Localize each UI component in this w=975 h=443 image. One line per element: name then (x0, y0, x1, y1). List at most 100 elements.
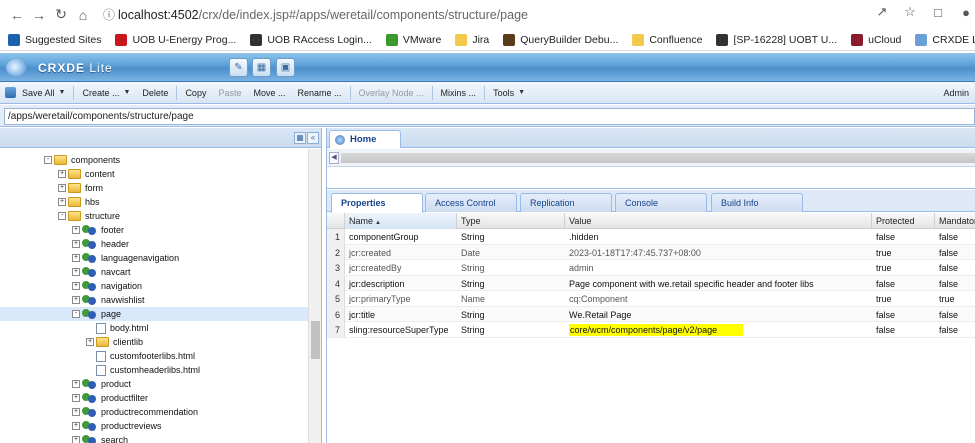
expand-node-icon[interactable]: + (72, 380, 80, 388)
tree-node-header[interactable]: + header (0, 237, 308, 251)
tree-node-form[interactable]: + form (0, 181, 308, 195)
expand-node-icon[interactable]: + (72, 408, 80, 416)
delete-button[interactable]: Delete (136, 88, 174, 98)
tree-node-structure[interactable]: - structure (0, 209, 308, 223)
expand-node-icon[interactable]: + (72, 226, 80, 234)
expand-node-icon[interactable]: + (58, 184, 66, 192)
cell-type[interactable]: Date (457, 245, 565, 260)
create-button[interactable]: Create ... ▼ (76, 88, 136, 98)
table-row[interactable]: 1 componentGroup String .hidden false false (327, 229, 975, 245)
cell-protected[interactable]: false (872, 307, 935, 322)
expand-node-icon[interactable]: + (72, 240, 80, 248)
cell-value[interactable]: We.Retail Page (565, 307, 872, 322)
cell-mandatory[interactable]: false (935, 307, 975, 322)
cell-name[interactable]: componentGroup (345, 229, 457, 244)
expand-node-icon[interactable]: + (72, 436, 80, 443)
rename-button[interactable]: Rename ... (291, 88, 347, 98)
cell-protected[interactable]: true (872, 291, 935, 306)
path-input[interactable]: /apps/weretail/components/structure/page (4, 108, 975, 125)
cell-mandatory[interactable]: true (935, 291, 975, 306)
tree-node-customheaderlibs-html[interactable]: customheaderlibs.html (0, 363, 308, 377)
bookmark-item[interactable]: CRXDE Lite (915, 33, 975, 46)
cell-name[interactable]: jcr:primaryType (345, 291, 457, 306)
cell-protected[interactable]: false (872, 322, 935, 337)
overlay-node-button[interactable]: Overlay Node ... (353, 88, 430, 98)
tab-build-info[interactable]: Build Info (711, 193, 803, 212)
cell-name[interactable]: jcr:title (345, 307, 457, 322)
bookmark-item[interactable]: Confluence (632, 33, 702, 46)
tree-node-productreviews[interactable]: + productreviews (0, 419, 308, 433)
scroll-left-icon[interactable]: ◀ (329, 152, 339, 164)
bookmark-star-icon[interactable]: ☆ (901, 4, 919, 20)
cell-type[interactable]: String (457, 307, 565, 322)
copy-button[interactable]: Copy (179, 88, 212, 98)
extension-icon[interactable]: □ (929, 5, 947, 20)
cell-name[interactable]: jcr:description (345, 276, 457, 291)
tree-node-productrecommendation[interactable]: + productrecommendation (0, 405, 308, 419)
horizontal-scrollbar[interactable] (341, 153, 975, 163)
table-row[interactable]: 6 jcr:title String We.Retail Page false false (327, 306, 975, 322)
back-icon[interactable]: ← (6, 4, 28, 26)
bookmark-item[interactable]: UOB U-Energy Prog... (115, 33, 236, 46)
cell-protected[interactable]: false (872, 276, 935, 291)
tools-button[interactable]: Tools ▼ (487, 88, 531, 98)
bookmark-item[interactable]: Jira (455, 33, 489, 46)
paste-button[interactable]: Paste (212, 88, 247, 98)
cell-value[interactable]: cq:Component (565, 291, 872, 306)
expand-node-icon[interactable]: + (72, 422, 80, 430)
table-row[interactable]: 4 jcr:description String Page component wit… (327, 275, 975, 291)
tree-node-productfilter[interactable]: + productfilter (0, 391, 308, 405)
tree-node-footer[interactable]: + footer (0, 223, 308, 237)
url-field[interactable]: ⓘ localhost:4502/crx/de/index.jsp#/apps/… (100, 3, 945, 26)
cell-name[interactable]: jcr:created (345, 245, 457, 260)
cell-type[interactable]: String (457, 276, 565, 291)
forward-icon[interactable]: → (28, 4, 50, 26)
profile-icon[interactable]: ● (957, 5, 975, 20)
collapse-panel-icon[interactable]: « (307, 132, 319, 144)
tree-node-components[interactable]: - components (0, 153, 308, 167)
expand-node-icon[interactable]: + (72, 268, 80, 276)
tab-home[interactable]: Home (329, 130, 401, 148)
tab-console[interactable]: Console (615, 193, 707, 212)
tree-scrollbar[interactable] (308, 149, 321, 443)
refresh-tree-icon[interactable]: ▦ (294, 132, 306, 144)
bookmark-item[interactable]: QueryBuilder Debu... (503, 33, 618, 46)
tree-node-product[interactable]: + product (0, 377, 308, 391)
mixins-button[interactable]: Mixins ... (435, 88, 483, 98)
collapse-node-icon[interactable]: - (58, 212, 66, 220)
cell-name[interactable]: sling:resourceSuperType (345, 322, 457, 337)
cell-protected[interactable]: true (872, 245, 935, 260)
column-header-mandatory[interactable]: Mandatory (935, 213, 975, 229)
bookmark-item[interactable]: [SP-16228] UOBT U... (716, 33, 837, 46)
cell-protected[interactable]: true (872, 260, 935, 275)
tab-replication[interactable]: Replication (520, 193, 612, 212)
package-manager-icon[interactable]: ▦ (252, 58, 271, 77)
crxde-tool-icon[interactable]: ✎ (229, 58, 248, 77)
tree-node-clientlib[interactable]: + clientlib (0, 335, 308, 349)
collapse-node-icon[interactable]: - (72, 310, 80, 318)
collapse-node-icon[interactable]: - (44, 156, 52, 164)
expand-node-icon[interactable]: + (72, 282, 80, 290)
cell-value[interactable]: admin (565, 260, 872, 275)
column-header-protected[interactable]: Protected (872, 213, 935, 229)
site-info-icon[interactable]: ⓘ (100, 6, 118, 24)
cell-value[interactable]: .hidden (565, 229, 872, 244)
cell-value[interactable]: Page component with we.retail specific h… (565, 276, 872, 291)
reload-icon[interactable]: ↻ (50, 4, 72, 26)
tree-node-search[interactable]: + search (0, 433, 308, 443)
tree-node-navwishlist[interactable]: + navwishlist (0, 293, 308, 307)
expand-node-icon[interactable]: + (58, 198, 66, 206)
tree-node-page[interactable]: - page (0, 307, 308, 321)
tree-node-body-html[interactable]: body.html (0, 321, 308, 335)
cell-protected[interactable]: false (872, 229, 935, 244)
bookmark-item[interactable]: VMware (385, 33, 441, 46)
bookmark-item[interactable]: Suggested Sites (8, 33, 101, 46)
tab-properties[interactable]: Properties (331, 193, 423, 213)
tree-node-navigation[interactable]: + navigation (0, 279, 308, 293)
cell-mandatory[interactable]: false (935, 229, 975, 244)
column-header-type[interactable]: Type (457, 213, 565, 229)
column-header-value[interactable]: Value (565, 213, 872, 229)
table-row[interactable]: 5 jcr:primaryType Name cq:Component true true (327, 291, 975, 307)
admin-menu[interactable]: Admin (937, 88, 975, 98)
tree-node-content[interactable]: + content (0, 167, 308, 181)
